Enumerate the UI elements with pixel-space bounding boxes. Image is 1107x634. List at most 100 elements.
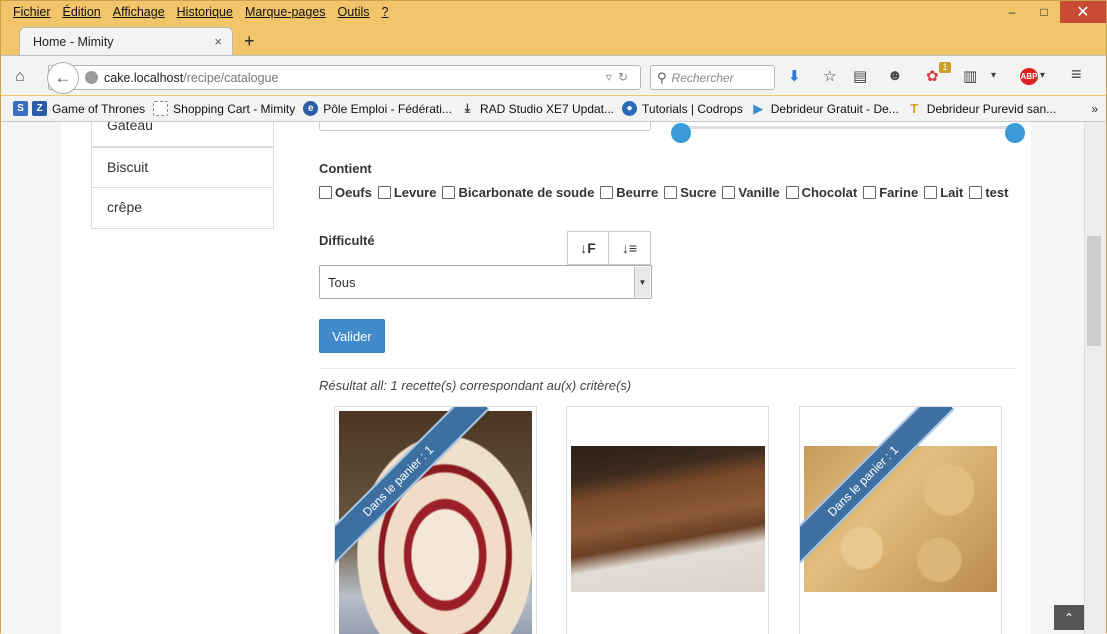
menu-bar: Fichier Édition Affichage Historique Mar… (1, 1, 1106, 23)
browser-window: Fichier Édition Affichage Historique Mar… (0, 0, 1107, 634)
url-text[interactable]: cake.localhost/recipe/catalogue (104, 71, 278, 85)
tab-strip: Home - Mimity × + (1, 26, 1106, 55)
vertical-scrollbar[interactable] (1084, 122, 1106, 634)
difficulte-selected-value: Tous (328, 275, 356, 290)
menu-historique[interactable]: Historique (171, 5, 239, 19)
checkbox-box[interactable] (969, 186, 983, 199)
bookmark-label: Tutorials | Codrops (642, 101, 743, 116)
checkbox-farine[interactable]: Farine (863, 185, 918, 200)
search-icon: ⚲ (657, 69, 667, 85)
adblock-dropdown-icon[interactable]: ▾ (1040, 70, 1045, 81)
difficulte-label: Difficulté (319, 233, 375, 248)
bookmark-s[interactable]: S (13, 101, 28, 116)
globe-icon (85, 71, 98, 84)
recipe-card[interactable]: Dans le panier : 1 (799, 406, 1002, 634)
checkbox-box[interactable] (664, 186, 678, 199)
checkbox-test[interactable]: test (969, 185, 1008, 200)
bookmark-label: Debrideur Gratuit - De... (770, 101, 899, 116)
back-button[interactable]: ← (47, 62, 79, 94)
checkbox-beurre[interactable]: Beurre (600, 185, 658, 200)
hamburger-menu-icon[interactable]: ≡ (1071, 64, 1082, 85)
bookmark-label: Debrideur Purevid san... (926, 101, 1057, 116)
chocolate-cake-image[interactable] (571, 446, 765, 592)
category-crepe[interactable]: crêpe (91, 188, 274, 229)
recipe-card[interactable]: Dans le panier : 1 (334, 406, 537, 634)
range-slider[interactable] (671, 123, 1025, 143)
minimize-button[interactable]: ‒ (996, 1, 1028, 23)
category-gateau[interactable]: Gateau (91, 122, 274, 147)
blank-page-icon (153, 101, 169, 116)
checkbox-box[interactable] (319, 186, 332, 199)
checkbox-box[interactable] (924, 186, 938, 199)
checkbox-label: Bicarbonate de soude (458, 185, 595, 200)
reload-icon[interactable]: ▿↻ (606, 70, 634, 84)
sort-descending-button[interactable]: ↓≡ (609, 231, 651, 265)
chat-icon[interactable]: ☻ (887, 67, 903, 84)
difficulte-select[interactable]: Tous ▼ (319, 265, 652, 299)
clipboard-icon[interactable]: ▥ (963, 67, 977, 85)
checkbox-box[interactable] (442, 186, 456, 199)
chevron-down-icon[interactable]: ▼ (634, 267, 650, 297)
checkbox-box[interactable] (863, 186, 877, 199)
checkbox-box[interactable] (377, 186, 391, 199)
close-window-button[interactable]: ✕ (1060, 1, 1106, 23)
home-icon[interactable]: ⌂ (15, 68, 25, 86)
sort-desc-icon: ↓≡ (621, 240, 638, 256)
bookmarks-menu-icon[interactable]: ▤ (853, 67, 867, 85)
tab-home-mimity[interactable]: Home - Mimity × (19, 27, 233, 55)
menu-outils[interactable]: Outils (332, 5, 376, 19)
chevron-up-icon: ⌃ (1063, 610, 1075, 625)
notification-badge: 1 (939, 62, 951, 73)
bookmark-debrideur-gratuit[interactable]: ▶ Debrideur Gratuit - De... (750, 101, 899, 116)
bookmark-rad-studio[interactable]: ⤓ RAD Studio XE7 Updat... (459, 101, 615, 116)
checkbox-box[interactable] (600, 186, 614, 199)
url-bar[interactable]: ← cake.localhost/recipe/catalogue ▿↻ (47, 62, 641, 94)
bookmark-pole-emploi[interactable]: e Pôle Emploi - Fédérati... (303, 101, 452, 116)
bookmark-label: Game of Thrones (52, 101, 146, 116)
search-field[interactable]: ⚲ Rechercher (650, 65, 775, 90)
maximize-button[interactable]: □ (1028, 1, 1060, 23)
bookmark-codrops[interactable]: ● Tutorials | Codrops (622, 101, 743, 116)
new-tab-button[interactable]: + (244, 31, 255, 52)
checkbox-vanille[interactable]: Vanille (722, 185, 780, 200)
extension-icon[interactable]: ✿ (926, 67, 939, 85)
checkbox-lait[interactable]: Lait (924, 185, 963, 200)
valider-button[interactable]: Valider (319, 319, 385, 353)
range-min-handle[interactable] (671, 123, 691, 143)
bookmarks-overflow-button[interactable]: » (1091, 102, 1098, 116)
scroll-to-top-button[interactable]: ⌃ (1054, 605, 1084, 630)
menu-help[interactable]: ? (376, 5, 395, 19)
range-max-handle[interactable] (1005, 123, 1025, 143)
bookmark-shopping-cart[interactable]: Shopping Cart - Mimity (153, 101, 295, 116)
checkbox-levure[interactable]: Levure (377, 185, 437, 200)
sort-buttons: ↓F ↓≡ (567, 231, 651, 265)
bookmark-game-of-thrones[interactable]: Z Game of Thrones (32, 101, 145, 116)
bookmark-label: RAD Studio XE7 Updat... (479, 101, 615, 116)
tab-close-icon[interactable]: × (214, 34, 222, 49)
checkbox-chocolat[interactable]: Chocolat (785, 185, 857, 200)
adblock-icon[interactable]: ABP (1020, 68, 1038, 85)
checkbox-box[interactable] (785, 186, 799, 199)
checkbox-sucre[interactable]: Sucre (664, 185, 716, 200)
checkbox-bicarbonate[interactable]: Bicarbonate de soude (442, 185, 594, 200)
checkbox-oeufs[interactable]: Oeufs (319, 185, 372, 200)
scrollbar-thumb[interactable] (1087, 236, 1101, 346)
checkbox-label: Levure (393, 185, 437, 200)
checkbox-label: Beurre (616, 185, 659, 200)
category-biscuit[interactable]: Biscuit (91, 147, 274, 188)
recipe-card[interactable] (566, 406, 769, 634)
bookmark-star-icon[interactable]: ☆ (823, 67, 836, 85)
checkbox-label: Vanille (738, 185, 780, 200)
menu-edition[interactable]: Édition (57, 5, 107, 19)
sort-ascending-button[interactable]: ↓F (567, 231, 609, 265)
s-icon: S (13, 101, 28, 116)
checkbox-box[interactable] (722, 186, 736, 199)
dropdown-icon[interactable]: ▾ (991, 70, 996, 81)
checkbox-label: Sucre (680, 185, 717, 200)
menu-affichage[interactable]: Affichage (107, 5, 171, 19)
downloads-icon[interactable]: ⬇ (788, 67, 801, 85)
bookmark-debrideur-purevid[interactable]: T Debrideur Purevid san... (906, 101, 1057, 116)
time-input[interactable] (319, 122, 651, 131)
menu-fichier[interactable]: Fichier (1, 5, 57, 19)
menu-marque-pages[interactable]: Marque-pages (239, 5, 332, 19)
